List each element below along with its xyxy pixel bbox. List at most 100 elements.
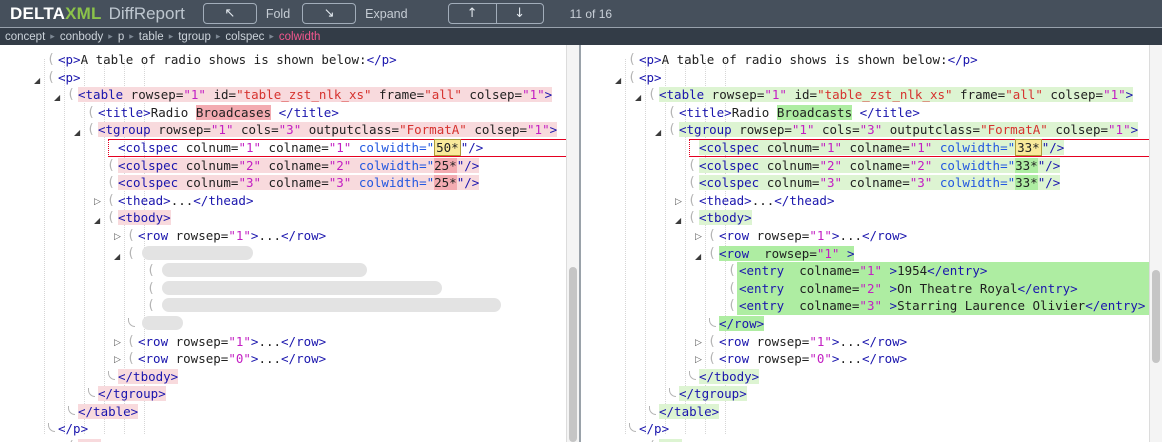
token-tag: </row>	[862, 334, 907, 349]
token-tag: "/>	[1042, 140, 1065, 155]
right-scrollbar[interactable]	[1149, 45, 1162, 442]
breadcrumb-item-tgroup[interactable]: tgroup	[178, 31, 211, 43]
token-tag: </p>	[58, 421, 88, 436]
folded-content-placeholder[interactable]	[162, 263, 367, 277]
code-line: </tgroup>	[581, 385, 1149, 403]
collapse-toggle-icon[interactable]: ◢	[34, 72, 40, 90]
token-tag: <tgroup	[679, 122, 732, 137]
token-attr	[932, 175, 940, 190]
fold-region-start-icon: (	[127, 245, 135, 263]
expand-toggle-icon[interactable]: ▷	[675, 194, 682, 212]
code-text: <p>	[0, 438, 566, 442]
right-scrollbar-thumb[interactable]	[1152, 270, 1160, 363]
token-tag: "/>	[457, 175, 480, 190]
code-line: (<colspec colnum="3" colname="3" colwidt…	[581, 174, 1149, 192]
expand-toggle-icon[interactable]: ▷	[94, 194, 101, 212]
fold-region-start-icon: (	[668, 104, 676, 122]
breadcrumb-item-concept[interactable]: concept	[5, 31, 45, 43]
collapse-toggle-icon[interactable]: ◢	[655, 124, 661, 142]
token-attr: colnum=	[759, 175, 819, 190]
breadcrumb-item-conbody[interactable]: conbody	[60, 31, 103, 43]
expand-all-button[interactable]: ↘	[302, 3, 356, 24]
token-tag: "/>	[1038, 158, 1061, 173]
token-attr: colname=	[784, 298, 859, 313]
next-change-button[interactable]: ↓	[496, 4, 543, 23]
token-tag: >	[882, 298, 897, 313]
collapse-toggle-icon[interactable]: ◢	[74, 124, 80, 142]
token-attr: colname=	[842, 158, 910, 173]
collapse-toggle-icon[interactable]: ◢	[94, 212, 100, 230]
token-tag: <colspec	[118, 175, 178, 190]
code-text: <p>A table of radio shows is shown below…	[0, 51, 566, 69]
code-text: <thead>...</thead>	[581, 192, 1149, 210]
token-cw: 25*	[434, 158, 457, 173]
folded-content-placeholder[interactable]	[162, 281, 442, 295]
token-val: "1"	[910, 140, 933, 155]
folded-content-placeholder[interactable]	[162, 298, 501, 312]
fold-region-start-icon: (	[47, 69, 55, 87]
token-tag: </title>	[860, 105, 920, 120]
code-text: <row rowsep="1">...</row>	[581, 333, 1149, 351]
token-cw: 50*	[434, 139, 461, 156]
collapse-toggle-icon[interactable]: ◢	[114, 248, 120, 266]
token-dots: ...	[171, 193, 194, 208]
collapse-toggle-icon[interactable]: ◢	[695, 248, 701, 266]
code-line: ▷(<row rowsep="1">...</row>	[581, 227, 1149, 245]
collapse-toggle-icon[interactable]: ◢	[615, 72, 621, 90]
left-scrollbar[interactable]	[566, 45, 579, 442]
token-attrc: colwidth="	[359, 158, 434, 173]
breadcrumb-item-p[interactable]: p	[118, 31, 124, 43]
expand-toggle-icon[interactable]: ▷	[695, 229, 702, 247]
token-str: "all"	[1005, 87, 1043, 102]
token-tag: </p>	[639, 421, 669, 436]
collapse-toggle-icon[interactable]: ◢	[675, 212, 681, 230]
fold-region-start-icon: (	[107, 157, 115, 175]
down-arrow-icon: ↓	[514, 6, 525, 21]
left-scrollbar-thumb[interactable]	[569, 267, 577, 442]
token-tag: <p>	[639, 70, 662, 85]
fold-region-start-icon: (	[648, 86, 656, 104]
code-line: ◢(<tbody>	[0, 209, 566, 227]
token-tag: <colspec	[699, 175, 759, 190]
collapse-toggle-icon[interactable]: ◢	[54, 89, 60, 107]
token-tag: <entry	[739, 298, 784, 313]
previous-change-button[interactable]: ↑	[449, 4, 496, 23]
folded-content-placeholder[interactable]	[142, 246, 253, 260]
fold-region-start-icon: (	[708, 333, 716, 351]
fold-all-button[interactable]: ↖	[203, 3, 257, 24]
token-tag: <tbody>	[699, 210, 752, 225]
diff-view: (<p>A table of radio shows is shown belo…	[0, 45, 1162, 442]
breadcrumb-item-current[interactable]: colwidth	[279, 31, 321, 43]
expand-toggle-icon[interactable]: ▷	[695, 335, 702, 353]
token-tag: </entry>	[1085, 298, 1145, 313]
token-tag: <table	[659, 87, 704, 102]
fold-region-start-icon: (	[147, 262, 155, 280]
code-text: <tgroup rowsep="1" cols="3" outputclass=…	[0, 121, 566, 139]
expand-toggle-icon[interactable]: ▷	[695, 352, 702, 370]
token-tag: <table	[78, 87, 123, 102]
breadcrumb: concept▸conbody▸p▸table▸tgroup▸colspec▸c…	[0, 28, 1162, 45]
expand-toggle-icon[interactable]: ▷	[114, 352, 121, 370]
token-tag: </row>	[281, 228, 326, 243]
expand-toggle-icon[interactable]: ▷	[114, 229, 121, 247]
token-cw: 33*	[1015, 139, 1042, 156]
breadcrumb-separator-icon: ▸	[169, 31, 174, 42]
token-attr: rowsep=	[749, 246, 817, 261]
token-attr: colname=	[261, 158, 329, 173]
token-cw: 25*	[434, 175, 457, 190]
collapse-toggle-icon[interactable]: ◢	[635, 89, 641, 107]
expand-toggle-icon[interactable]: ▷	[114, 335, 121, 353]
folded-content-placeholder[interactable]	[142, 316, 183, 330]
token-tag: </table>	[659, 404, 719, 419]
token-attr: colname=	[261, 140, 329, 155]
breadcrumb-item-table[interactable]: table	[139, 31, 164, 43]
code-line: ◢(<tgroup rowsep="1" cols="3" outputclas…	[581, 121, 1149, 139]
code-text: <row rowsep="1">...</row>	[0, 227, 566, 245]
token-tag: </thead>	[774, 193, 834, 208]
token-attr: rowsep=	[749, 228, 809, 243]
token-val: "1"	[329, 140, 352, 155]
token-attr: colsep=	[467, 122, 527, 137]
token-attr: frame=	[953, 87, 1006, 102]
breadcrumb-item-colspec[interactable]: colspec	[225, 31, 264, 43]
token-tag: >	[1126, 87, 1134, 102]
